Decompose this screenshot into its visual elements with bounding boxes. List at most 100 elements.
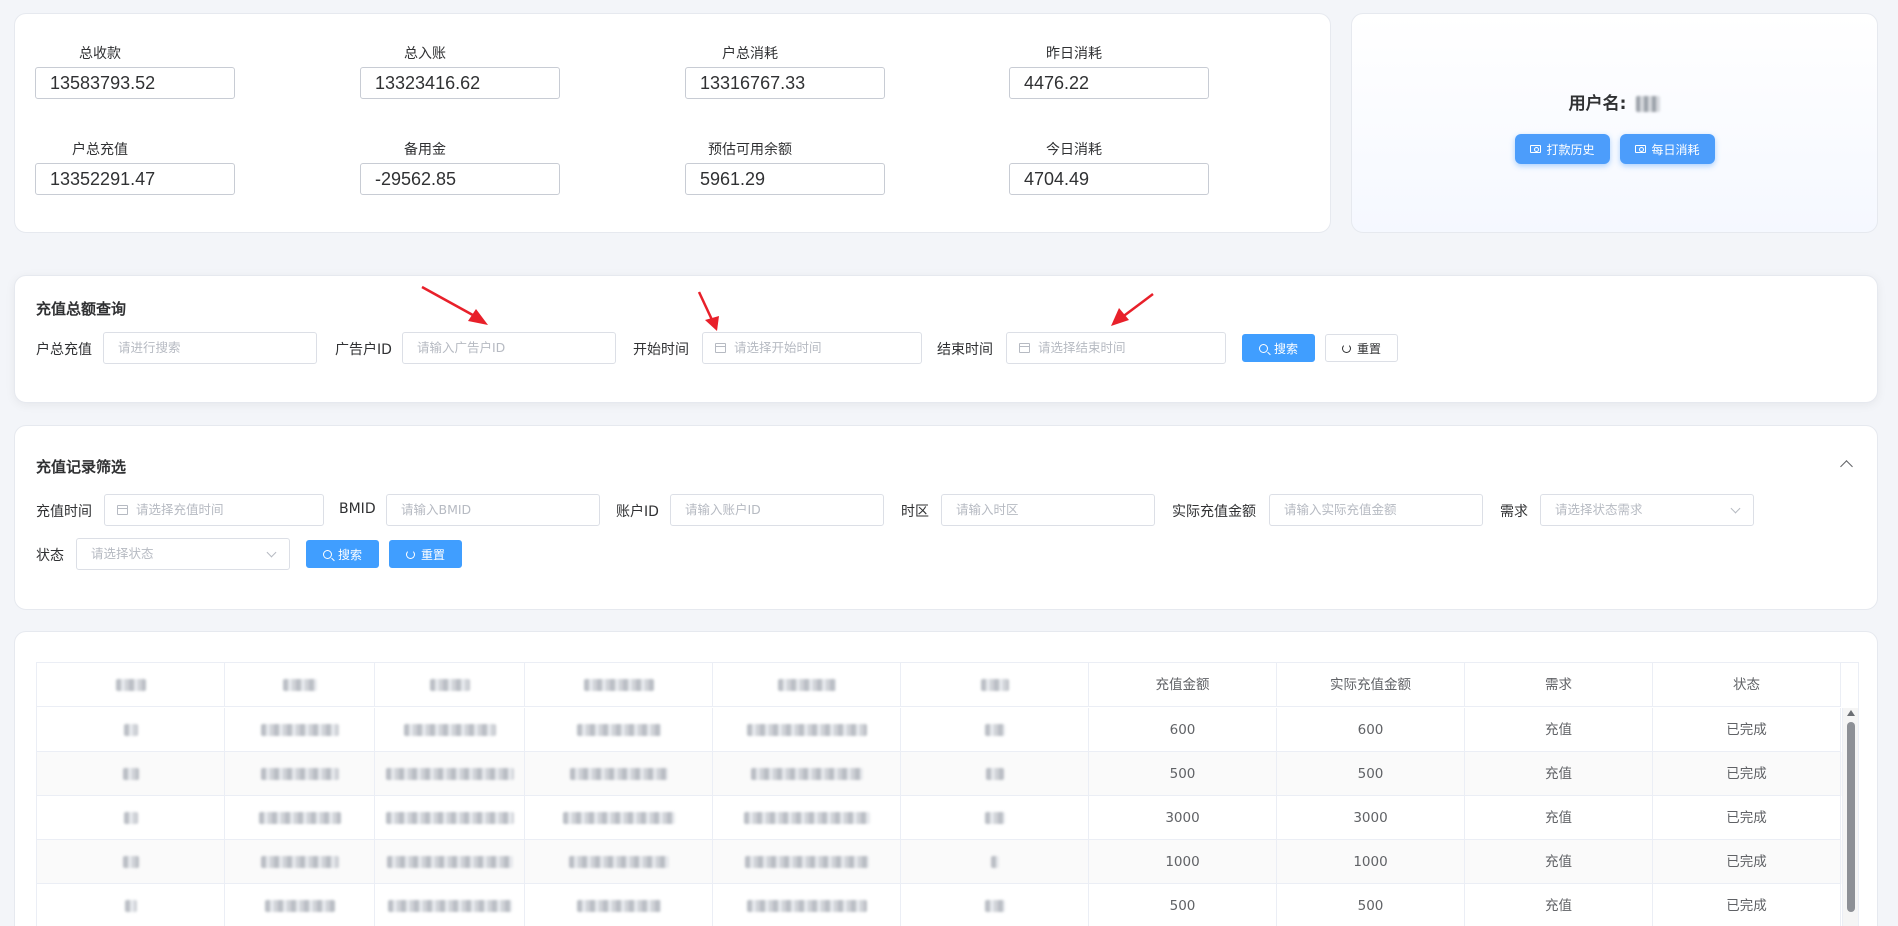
redacted-cell <box>901 708 1089 752</box>
payment-history-label: 打款历史 <box>1546 142 1595 157</box>
demand-cell: 充值 <box>1465 840 1653 884</box>
redacted-cell <box>525 752 713 796</box>
recharge-time-placeholder: 请选择充值时间 <box>136 502 224 517</box>
refresh-icon <box>1341 343 1351 353</box>
timezone-input[interactable]: 请输入时区 <box>941 494 1155 526</box>
query-reset-button[interactable]: 重置 <box>1325 334 1398 362</box>
start-time-placeholder: 请选择开始时间 <box>734 340 822 355</box>
section-title: 充值总额查询 <box>36 300 127 318</box>
user-name-row: 用户名: <box>1352 89 1877 114</box>
stat-label: 今日消耗 <box>1046 142 1102 158</box>
table-scrollbar[interactable] <box>1842 708 1858 926</box>
filter-reset-button[interactable]: 重置 <box>389 540 462 568</box>
user-card: 用户名: 打款历史 每日消耗 <box>1351 13 1878 233</box>
stat-value-field[interactable]: 13583793.52 <box>35 67 235 99</box>
recharge-time-label: 充值时间 <box>36 504 92 520</box>
stat-value-field[interactable]: 13316767.33 <box>685 67 885 99</box>
actual-amount-input[interactable]: 请输入实际充值金额 <box>1269 494 1483 526</box>
stat-label: 户总充值 <box>72 142 128 158</box>
stat-value-field[interactable]: 5961.29 <box>685 163 885 195</box>
filter-reset-label: 重置 <box>420 547 445 562</box>
status-select[interactable]: 请选择状态 <box>76 538 290 570</box>
header-status[interactable]: 状态 <box>1653 663 1841 707</box>
redacted-cell <box>225 752 375 796</box>
demand-placeholder: 请选择状态需求 <box>1555 502 1643 517</box>
redacted-cell <box>375 796 525 840</box>
stat-value-field[interactable]: 13323416.62 <box>360 67 560 99</box>
total-recharge-label: 户总充值 <box>36 342 92 358</box>
chevron-up-icon[interactable] <box>1840 460 1853 473</box>
daily-consumption-button[interactable]: 每日消耗 <box>1620 134 1715 164</box>
actual-amount-cell: 600 <box>1277 708 1465 752</box>
actual-amount-label: 实际充值金额 <box>1172 504 1256 520</box>
end-time-label: 结束时间 <box>937 342 993 358</box>
actual-amount-cell: 1000 <box>1277 840 1465 884</box>
stat-value-field[interactable]: 13352291.47 <box>35 163 235 195</box>
query-search-button[interactable]: 搜索 <box>1242 334 1315 362</box>
end-time-picker[interactable]: 请选择结束时间 <box>1006 332 1226 364</box>
demand-label: 需求 <box>1500 504 1528 520</box>
stat-label: 户总消耗 <box>722 46 778 62</box>
redacted-cell <box>37 708 225 752</box>
header-demand[interactable]: 需求 <box>1465 663 1653 707</box>
scrollbar-thumb[interactable] <box>1847 722 1855 912</box>
annotation-arrow-icon <box>697 291 719 331</box>
redacted-cell <box>901 796 1089 840</box>
annotation-arrow-icon <box>1111 293 1154 326</box>
stat-value-field[interactable]: 4704.49 <box>1009 163 1209 195</box>
redacted-cell <box>225 708 375 752</box>
redacted-cell <box>525 840 713 884</box>
timezone-label: 时区 <box>901 504 929 520</box>
scroll-up-icon[interactable] <box>1847 710 1855 716</box>
ad-account-id-label: 广告户ID <box>335 342 392 358</box>
redacted-cell <box>37 884 225 926</box>
stats-card: 总收款 13583793.52 总入账 13323416.62 户总消耗 133… <box>14 13 1331 233</box>
start-time-picker[interactable]: 请选择开始时间 <box>702 332 922 364</box>
recharge-amount-cell: 3000 <box>1089 796 1277 840</box>
end-time-placeholder: 请选择结束时间 <box>1038 340 1126 355</box>
refresh-icon <box>405 549 415 559</box>
redacted-cell <box>37 840 225 884</box>
redacted-cell <box>901 752 1089 796</box>
redacted-cell <box>713 796 901 840</box>
redacted-header <box>901 663 1089 707</box>
ad-account-id-input[interactable]: 请输入广告户ID <box>402 332 616 364</box>
redacted-header <box>713 663 901 707</box>
calendar-icon <box>117 505 128 515</box>
redacted-cell <box>375 840 525 884</box>
chevron-down-icon <box>266 547 277 558</box>
payment-history-button[interactable]: 打款历史 <box>1515 134 1610 164</box>
actual-amount-cell: 500 <box>1277 752 1465 796</box>
status-cell: 已完成 <box>1653 752 1841 796</box>
status-label: 状态 <box>36 548 64 564</box>
header-actual-amount[interactable]: 实际充值金额 <box>1277 663 1465 707</box>
recharge-records-table-card: 充值金额 实际充值金额 需求 状态 600 600 充值 已完成 500 500… <box>14 631 1878 926</box>
redacted-header <box>375 663 525 707</box>
stat-value-field[interactable]: -29562.85 <box>360 163 560 195</box>
query-reset-label: 重置 <box>1356 341 1381 356</box>
stat-label: 备用金 <box>404 142 446 158</box>
redacted-cell <box>525 708 713 752</box>
search-icon <box>322 549 332 559</box>
daily-consumption-label: 每日消耗 <box>1651 142 1700 157</box>
demand-cell: 充值 <box>1465 752 1653 796</box>
header-recharge-amount[interactable]: 充值金额 <box>1089 663 1277 707</box>
recharge-time-picker[interactable]: 请选择充值时间 <box>104 494 324 526</box>
bmid-input[interactable]: 请输入BMID <box>386 494 600 526</box>
stat-value-field[interactable]: 4476.22 <box>1009 67 1209 99</box>
start-time-label: 开始时间 <box>633 342 689 358</box>
filter-search-button[interactable]: 搜索 <box>306 540 379 568</box>
status-cell: 已完成 <box>1653 708 1841 752</box>
redacted-cell <box>525 796 713 840</box>
redacted-header <box>37 663 225 707</box>
redacted-cell <box>37 796 225 840</box>
demand-select[interactable]: 请选择状态需求 <box>1540 494 1754 526</box>
recharge-amount-cell: 1000 <box>1089 840 1277 884</box>
demand-cell: 充值 <box>1465 884 1653 926</box>
total-recharge-input[interactable]: 请进行搜索 <box>103 332 317 364</box>
redacted-cell <box>525 884 713 926</box>
account-id-input[interactable]: 请输入账户ID <box>670 494 884 526</box>
recharge-amount-cell: 500 <box>1089 884 1277 926</box>
redacted-cell <box>901 840 1089 884</box>
recharge-amount-cell: 500 <box>1089 752 1277 796</box>
